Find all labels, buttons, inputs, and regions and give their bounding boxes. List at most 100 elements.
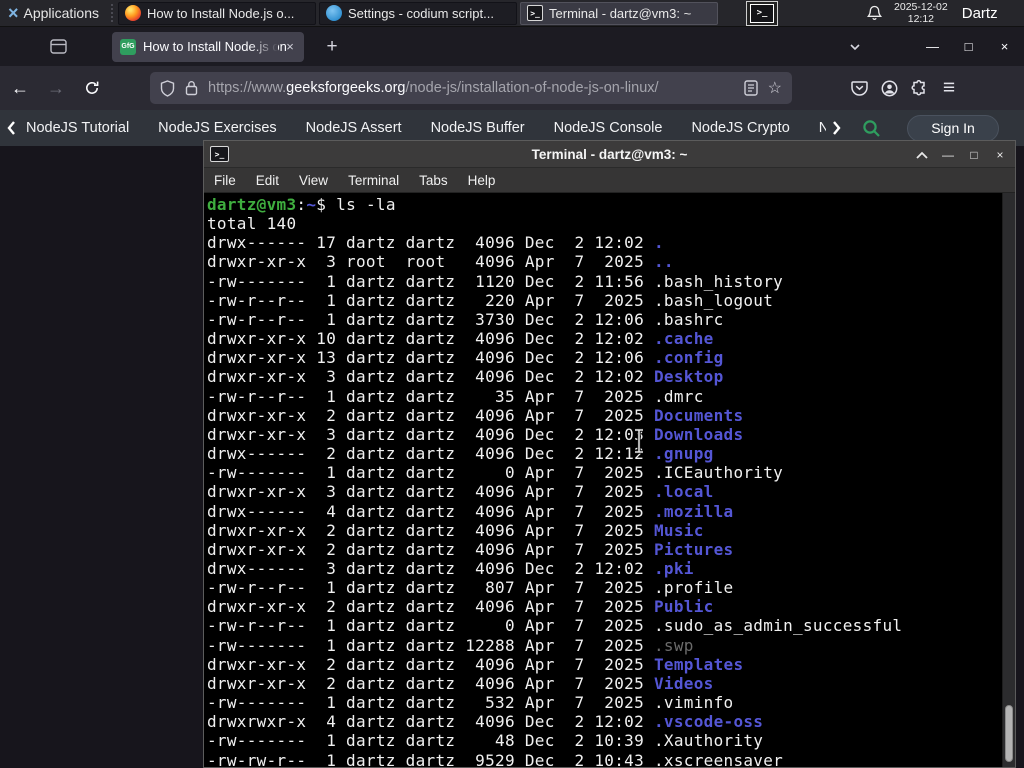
terminal-icon: >_ bbox=[527, 5, 544, 21]
window-minimize-button[interactable]: — bbox=[919, 33, 946, 59]
url-scheme: https://www. bbox=[208, 80, 287, 96]
listing-filename: .swp bbox=[653, 635, 694, 655]
tray-terminal-button[interactable]: >_ bbox=[746, 0, 779, 26]
gfg-nav-link[interactable]: NodeJS Buffer bbox=[431, 120, 525, 136]
terminal-listing-row: drwx------ 4 dartz dartz 4096 Apr 7 2025… bbox=[207, 502, 1001, 521]
sign-in-button[interactable]: Sign In bbox=[907, 114, 999, 142]
gfg-favicon: GfG bbox=[120, 38, 136, 55]
gfg-nav-link[interactable]: NodeJS DNS bbox=[819, 120, 826, 136]
terminal-body[interactable]: dartz@vm3:~$ ls -la total 140 drwx------ 1… bbox=[204, 193, 1015, 767]
listing-filename: .vscode-oss bbox=[653, 712, 764, 732]
terminal-title: Terminal - dartz@vm3: ~ bbox=[531, 146, 688, 162]
listing-attributes: drwxr-xr-x 2 dartz dartz 4096 Apr 7 2025 bbox=[207, 654, 654, 674]
listing-attributes: drwxr-xr-x 3 dartz dartz 4096 Apr 7 2025 bbox=[207, 482, 654, 502]
browser-tab[interactable]: GfG How to Install Node.js on × bbox=[112, 31, 304, 62]
lock-icon[interactable] bbox=[185, 80, 198, 96]
terminal-listing-row: drwxrwxr-x 4 dartz dartz 4096 Dec 2 12:0… bbox=[207, 712, 1001, 731]
url-bar[interactable]: https://www.geeksforgeeks.org/node-js/in… bbox=[150, 72, 792, 104]
listing-filename: .. bbox=[653, 252, 674, 272]
terminal-close-button[interactable]: × bbox=[989, 144, 1011, 166]
terminal-listing-row: drwxr-xr-x 3 root root 4096 Apr 7 2025 .… bbox=[207, 252, 1001, 271]
terminal-listing-row: -rw-rw-r-- 1 dartz dartz 9529 Dec 2 10:4… bbox=[207, 751, 1001, 767]
pocket-icon[interactable] bbox=[844, 73, 874, 103]
terminal-listing-row: drwxr-xr-x 2 dartz dartz 4096 Apr 7 2025… bbox=[207, 655, 1001, 674]
mouse-cursor-ibeam bbox=[633, 428, 645, 454]
terminal-icon: >_ bbox=[750, 3, 775, 23]
gfg-nav-link[interactable]: NodeJS Tutorial bbox=[26, 120, 129, 136]
terminal-menu-tabs[interactable]: Tabs bbox=[409, 173, 458, 188]
listing-attributes: drwxr-xr-x 2 dartz dartz 4096 Apr 7 2025 bbox=[207, 520, 654, 540]
terminal-maximize-button[interactable]: □ bbox=[963, 144, 985, 166]
listing-attributes: drwxr-xr-x 2 dartz dartz 4096 Apr 7 2025 bbox=[207, 673, 654, 693]
back-button[interactable]: ← bbox=[4, 72, 36, 104]
account-icon[interactable] bbox=[874, 73, 904, 103]
listing-filename: Downloads bbox=[653, 424, 744, 444]
listing-attributes: drwxr-xr-x 2 dartz dartz 4096 Apr 7 2025 bbox=[207, 405, 654, 425]
taskbar-button-vscodium[interactable]: Settings - codium script... bbox=[319, 1, 518, 25]
reload-button[interactable] bbox=[76, 72, 108, 104]
terminal-listing-row: -rw------- 1 dartz dartz 0 Apr 7 2025 .I… bbox=[207, 463, 1001, 482]
gfg-nav-link[interactable]: NodeJS Crypto bbox=[691, 120, 789, 136]
listing-filename: . bbox=[653, 233, 664, 253]
listing-attributes: drwxr-xr-x 3 dartz dartz 4096 Dec 2 12:0… bbox=[207, 367, 654, 387]
taskbar-button-firefox[interactable]: How to Install Node.js o... bbox=[118, 1, 317, 25]
nav-scroll-right-icon[interactable] bbox=[826, 120, 848, 136]
listing-filename: .dmrc bbox=[653, 386, 704, 406]
terminal-menu-edit[interactable]: Edit bbox=[246, 173, 289, 188]
user-menu-button[interactable]: Dartz bbox=[962, 5, 998, 22]
taskbar-button-terminal[interactable]: >_ Terminal - dartz@vm3: ~ bbox=[520, 1, 719, 25]
gfg-nav-link[interactable]: NodeJS Console bbox=[554, 120, 663, 136]
terminal-listing-row: -rw-r--r-- 1 dartz dartz 807 Apr 7 2025 … bbox=[207, 578, 1001, 597]
applications-menu-button[interactable]: × Applications bbox=[0, 0, 107, 26]
terminal-menu-file[interactable]: File bbox=[204, 173, 246, 188]
taskbar-button-label: Terminal - dartz@vm3: ~ bbox=[549, 5, 692, 21]
terminal-listing-row: drwxr-xr-x 3 dartz dartz 4096 Dec 2 12:0… bbox=[207, 425, 1001, 444]
forward-button[interactable]: → bbox=[40, 72, 72, 104]
terminal-listing-row: -rw------- 1 dartz dartz 12288 Apr 7 202… bbox=[207, 636, 1001, 655]
listing-attributes: drwx------ 2 dartz dartz 4096 Dec 2 12:1… bbox=[207, 444, 654, 464]
listing-filename: .gnupg bbox=[653, 444, 714, 464]
terminal-rollup-button[interactable] bbox=[911, 144, 933, 166]
terminal-menu-help[interactable]: Help bbox=[458, 173, 506, 188]
taskbar: How to Install Node.js o... Settings - co… bbox=[118, 0, 719, 26]
new-tab-button[interactable]: + bbox=[318, 33, 346, 61]
window-maximize-button[interactable]: □ bbox=[955, 33, 982, 59]
search-icon[interactable] bbox=[862, 119, 881, 138]
notification-bell-icon[interactable] bbox=[864, 5, 884, 21]
extensions-icon[interactable] bbox=[904, 73, 934, 103]
listing-attributes: drwxr-xr-x 10 dartz dartz 4096 Dec 2 12:… bbox=[207, 329, 654, 349]
listing-filename: .pki bbox=[653, 558, 694, 578]
terminal-listing-row: drwx------ 3 dartz dartz 4096 Dec 2 12:0… bbox=[207, 559, 1001, 578]
firefox-view-button[interactable] bbox=[44, 33, 72, 61]
terminal-scrollbar[interactable] bbox=[1002, 193, 1015, 767]
panel-separator bbox=[111, 4, 114, 22]
listing-attributes: drwxr-xr-x 2 dartz dartz 4096 Apr 7 2025 bbox=[207, 539, 654, 559]
listing-filename: .config bbox=[653, 348, 724, 368]
shield-icon[interactable] bbox=[160, 79, 175, 97]
terminal-menu-terminal[interactable]: Terminal bbox=[338, 173, 409, 188]
gfg-nav-link[interactable]: NodeJS Exercises bbox=[158, 120, 276, 136]
reader-mode-icon[interactable] bbox=[743, 80, 758, 96]
listing-attributes: -rw------- 1 dartz dartz 532 Apr 7 2025 bbox=[207, 693, 654, 713]
gfg-nav-link[interactable]: NodeJS Assert bbox=[306, 120, 402, 136]
menu-icon[interactable]: ≡ bbox=[934, 73, 964, 103]
terminal-listing-row: drwxr-xr-x 2 dartz dartz 4096 Apr 7 2025… bbox=[207, 521, 1001, 540]
terminal-command: ls -la bbox=[336, 195, 396, 214]
panel-clock[interactable]: 2025-12-02 12:12 bbox=[894, 1, 948, 25]
listing-attributes: -rw------- 1 dartz dartz 12288 Apr 7 202… bbox=[207, 635, 654, 655]
terminal-titlebar[interactable]: >_ Terminal - dartz@vm3: ~ — □ × bbox=[204, 141, 1015, 168]
vscodium-icon bbox=[326, 5, 343, 21]
terminal-menu-view[interactable]: View bbox=[289, 173, 338, 188]
window-close-button[interactable]: × bbox=[991, 33, 1018, 59]
applications-label: Applications bbox=[23, 5, 100, 21]
listing-filename: Public bbox=[653, 597, 714, 617]
terminal-minimize-button[interactable]: — bbox=[937, 144, 959, 166]
bookmark-star-icon[interactable]: ☆ bbox=[768, 78, 782, 98]
list-all-tabs-button[interactable] bbox=[848, 35, 874, 59]
tab-close-button[interactable]: × bbox=[280, 37, 300, 57]
nav-scroll-left-icon[interactable] bbox=[0, 120, 22, 136]
terminal-listing-row: -rw-r--r-- 1 dartz dartz 0 Apr 7 2025 .s… bbox=[207, 616, 1001, 635]
scrollbar-thumb[interactable] bbox=[1005, 705, 1013, 762]
listing-filename: .bash_logout bbox=[653, 290, 774, 310]
terminal-listing-row: drwxr-xr-x 3 dartz dartz 4096 Apr 7 2025… bbox=[207, 482, 1001, 501]
